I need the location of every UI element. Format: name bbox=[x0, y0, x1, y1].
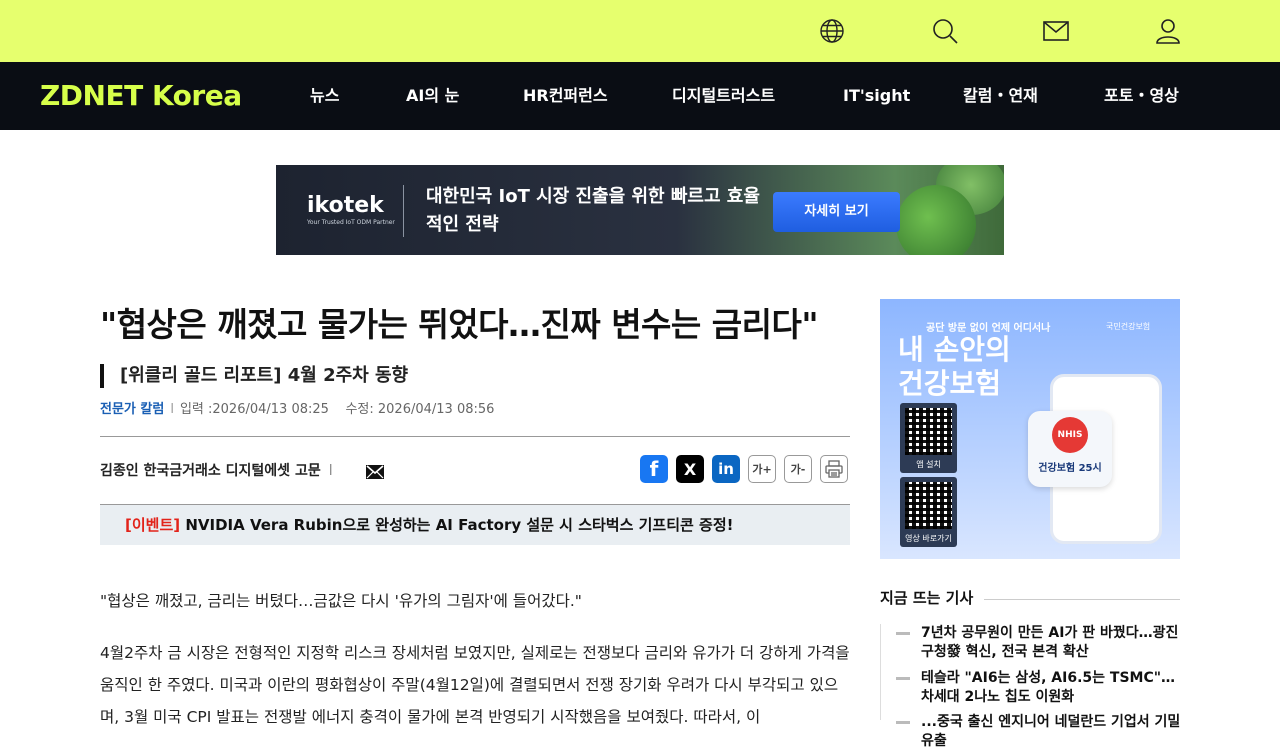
event-banner[interactable]: [이벤트] NVIDIA Vera Rubin으로 완성하는 AI Factor… bbox=[100, 505, 850, 545]
qr-code-app-install[interactable]: 앱 설치 bbox=[900, 403, 957, 473]
divider bbox=[984, 599, 1180, 600]
share-x-icon[interactable]: X bbox=[676, 455, 704, 483]
author-mail-icon[interactable] bbox=[366, 465, 384, 479]
ad-cta-button[interactable]: 자세히 보기 bbox=[773, 192, 900, 232]
article-input-date: 입력 :2026/04/13 08:25 bbox=[179, 402, 329, 417]
top-ad-banner[interactable]: ikotek Your Trusted IoT ODM Partner 대한민국… bbox=[276, 165, 1004, 255]
app-badge: NHIS 건강보험 25시 bbox=[1028, 411, 1112, 487]
font-size-up-button[interactable]: 가+ bbox=[748, 455, 776, 483]
trending-item[interactable]: 7년차 공무원이 만든 AI가 판 바꿨다…광진구청發 혁신, 전국 본격 확산 bbox=[896, 624, 1180, 664]
nav-item-ai-eye[interactable]: AI의 눈 bbox=[406, 84, 459, 108]
divider bbox=[880, 624, 881, 720]
app-badge-text: 건강보험 25시 bbox=[1038, 463, 1102, 474]
main-navbar: ZDNET Korea 뉴스 AI의 눈 HR컨퍼런스 디지털트러스트 IT's… bbox=[0, 62, 1280, 130]
trending-item[interactable]: ...중국 출신 엔지니어 네덜란드 기업서 기밀 유출 bbox=[896, 713, 1180, 749]
author-name[interactable]: 김종인 한국금거래소 디지털에셋 고문 bbox=[100, 463, 321, 479]
sidebar-ad-org: 국민건강보험 bbox=[1106, 322, 1151, 331]
print-icon[interactable] bbox=[820, 455, 848, 483]
share-linkedin-icon[interactable]: in bbox=[712, 455, 740, 483]
event-tag: [이벤트] bbox=[125, 516, 181, 534]
sidebar-ad-title: 내 손안의 건강보험 bbox=[898, 333, 1011, 400]
user-icon[interactable] bbox=[1154, 17, 1182, 45]
qr-label: 영상 바로가기 bbox=[905, 534, 952, 543]
divider bbox=[100, 436, 850, 437]
mail-icon[interactable] bbox=[1042, 17, 1070, 45]
article-paragraph: "협상은 깨졌고, 금리는 버텼다…금값은 다시 '유가의 그림자'에 들어갔다… bbox=[100, 592, 582, 610]
nav-item-column[interactable]: 칼럼・연재 bbox=[963, 84, 1038, 108]
ad-brand: ikotek bbox=[307, 193, 384, 218]
article-title: "협상은 깨졌고 물가는 뛰었다…진짜 변수는 금리다" bbox=[100, 305, 819, 344]
trending-item-title: ...중국 출신 엔지니어 네덜란드 기업서 기밀 유출 bbox=[921, 714, 1181, 749]
trending-item[interactable]: 테슬라 "AI6는 삼성, AI6.5는 TSMC"…차세대 2나노 칩도 이원… bbox=[896, 669, 1180, 709]
share-facebook-icon[interactable]: f bbox=[640, 455, 668, 483]
nhis-logo: NHIS bbox=[1052, 417, 1088, 453]
search-icon[interactable] bbox=[931, 17, 959, 45]
ad-divider bbox=[403, 185, 404, 237]
bullet-dash bbox=[896, 721, 910, 724]
ad-decoration bbox=[896, 185, 976, 255]
nav-item-news[interactable]: 뉴스 bbox=[310, 84, 339, 108]
qr-code-icon bbox=[905, 482, 952, 529]
author-separator: l bbox=[328, 463, 333, 479]
article-paragraph: 4월2주차 금 시장은 전형적인 지정학 리스크 장세처럼 보였지만, 실제로는… bbox=[100, 644, 850, 726]
event-text: NVIDIA Vera Rubin으로 완성하는 AI Factory 설문 시… bbox=[180, 516, 734, 534]
bullet-dash bbox=[896, 677, 910, 680]
bullet-dash bbox=[896, 632, 910, 635]
qr-code-icon bbox=[905, 408, 952, 455]
article-category[interactable]: 전문가 칼럼 bbox=[100, 402, 164, 417]
article-author: 김종인 한국금거래소 디지털에셋 고문 l bbox=[100, 460, 341, 482]
trending-item-title: 테슬라 "AI6는 삼성, AI6.5는 TSMC"…차세대 2나노 칩도 이원… bbox=[921, 670, 1176, 705]
qr-code-video[interactable]: 영상 바로가기 bbox=[900, 477, 957, 547]
trending-title: 지금 뜨는 기사 bbox=[880, 589, 974, 607]
sidebar-ad[interactable]: 공단 방문 없이 언제 어디서나 내 손안의 건강보험 국민건강보험 앱 설치 … bbox=[880, 299, 1180, 559]
qr-label: 앱 설치 bbox=[916, 460, 941, 469]
sidebar-ad-top-text: 공단 방문 없이 언제 어디서나 bbox=[926, 323, 1051, 334]
font-size-down-button[interactable]: 가- bbox=[784, 455, 812, 483]
trending-item-title: 7년차 공무원이 만든 AI가 판 바꿨다…광진구청發 혁신, 전국 본격 확산 bbox=[921, 625, 1179, 660]
globe-icon[interactable] bbox=[818, 17, 846, 45]
ad-headline: 대한민국 IoT 시장 진출을 위한 빠르고 효율적인 전략 bbox=[426, 186, 760, 235]
top-utility-bar bbox=[0, 0, 1280, 62]
meta-separator: l bbox=[170, 402, 174, 417]
nav-item-photo-video[interactable]: 포토・영상 bbox=[1104, 84, 1179, 108]
article-modified-date: 수정: 2026/04/13 08:56 bbox=[345, 402, 495, 417]
article-subtitle: [위클리 골드 리포트] 4월 2주차 동향 bbox=[100, 364, 408, 388]
nav-item-digital-trust[interactable]: 디지털트러스트 bbox=[672, 84, 775, 108]
ad-brand-tagline: Your Trusted IoT ODM Partner bbox=[307, 219, 395, 226]
site-logo[interactable]: ZDNET Korea bbox=[40, 79, 242, 113]
article-meta: 전문가 칼럼 l 입력 :2026/04/13 08:25 수정: 2026/04/… bbox=[100, 400, 494, 420]
nav-item-hr-conference[interactable]: HR컨퍼런스 bbox=[523, 84, 608, 108]
nav-item-itsight[interactable]: IT'sight bbox=[843, 84, 910, 108]
